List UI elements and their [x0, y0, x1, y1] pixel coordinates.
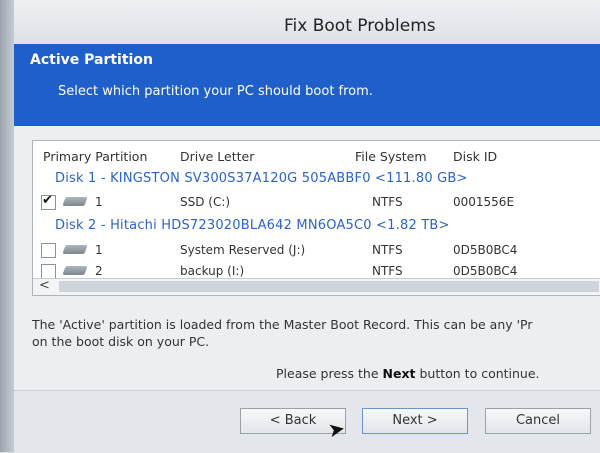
hard-drive-icon [62, 266, 88, 275]
window-title: Fix Boot Problems [284, 16, 436, 36]
partition-checkbox[interactable] [41, 264, 56, 279]
partition-number: 2 [95, 264, 103, 278]
cancel-button[interactable]: Cancel [485, 408, 591, 434]
scroll-left-arrow-icon[interactable]: < [39, 278, 50, 293]
info-text: The 'Active' partition is loaded from th… [32, 316, 600, 350]
partition-number: 1 [95, 195, 103, 209]
file-system: NTFS [372, 195, 403, 209]
table-row[interactable]: 1 System Reserved (J:) NTFS 0D5B0BC4 [33, 241, 600, 261]
disk-id: 0001556E [453, 195, 515, 209]
file-system: NTFS [372, 243, 403, 257]
title-bar: Fix Boot Problems [14, 0, 600, 44]
background-window-edge [0, 0, 14, 452]
hard-drive-icon [62, 245, 88, 254]
column-file-system[interactable]: File System [355, 149, 427, 164]
next-button[interactable]: Next > [362, 408, 468, 434]
disk-2-label: Disk 2 - Hitachi HDS723020BLA642 MN6OA5C… [55, 218, 450, 233]
drive-letter: backup (I:) [180, 264, 245, 278]
partition-checkbox[interactable] [41, 193, 56, 210]
file-system: NTFS [372, 264, 403, 278]
drive-letter: SSD (C:) [180, 195, 231, 209]
prompt-before: Please press the [276, 366, 383, 381]
drive-letter: System Reserved (J:) [180, 243, 306, 257]
disk-id: 0D5B0BC4 [453, 243, 518, 257]
horizontal-scrollbar[interactable]: < [33, 278, 600, 295]
header-subtitle: Select which partition your PC should bo… [58, 84, 373, 99]
wizard-content: Primary Partition Drive Letter File Syst… [14, 126, 600, 453]
header-title: Active Partition [30, 52, 153, 68]
prompt-after: button to continue. [415, 366, 540, 381]
disk-id: 0D5B0BC4 [453, 264, 518, 278]
table-row[interactable]: 1 SSD (C:) NTFS 0001556E [33, 193, 600, 213]
column-disk-id[interactable]: Disk ID [453, 149, 497, 164]
partition-table: Primary Partition Drive Letter File Syst… [32, 140, 600, 296]
info-line-2: on the boot disk on your PC. [32, 334, 210, 349]
info-line-1: The 'Active' partition is loaded from th… [32, 317, 533, 332]
continue-prompt: Please press the Next button to continue… [276, 366, 540, 381]
disk-1-label: Disk 1 - KINGSTON SV300S37A120G 505ABBF0… [55, 171, 468, 186]
button-bar: < Back Next > Cancel [14, 390, 600, 453]
fix-boot-problems-window: Fix Boot Problems Active Partition Selec… [14, 0, 600, 453]
prompt-next-word: Next [382, 366, 416, 381]
hard-drive-icon [62, 197, 88, 206]
column-drive-letter[interactable]: Drive Letter [180, 149, 254, 164]
wizard-header: Active Partition Select which partition … [14, 44, 600, 126]
partition-number: 1 [95, 243, 103, 257]
scrollbar-thumb[interactable] [59, 281, 599, 292]
partition-checkbox[interactable] [41, 243, 56, 258]
column-primary-partition[interactable]: Primary Partition [43, 149, 147, 164]
